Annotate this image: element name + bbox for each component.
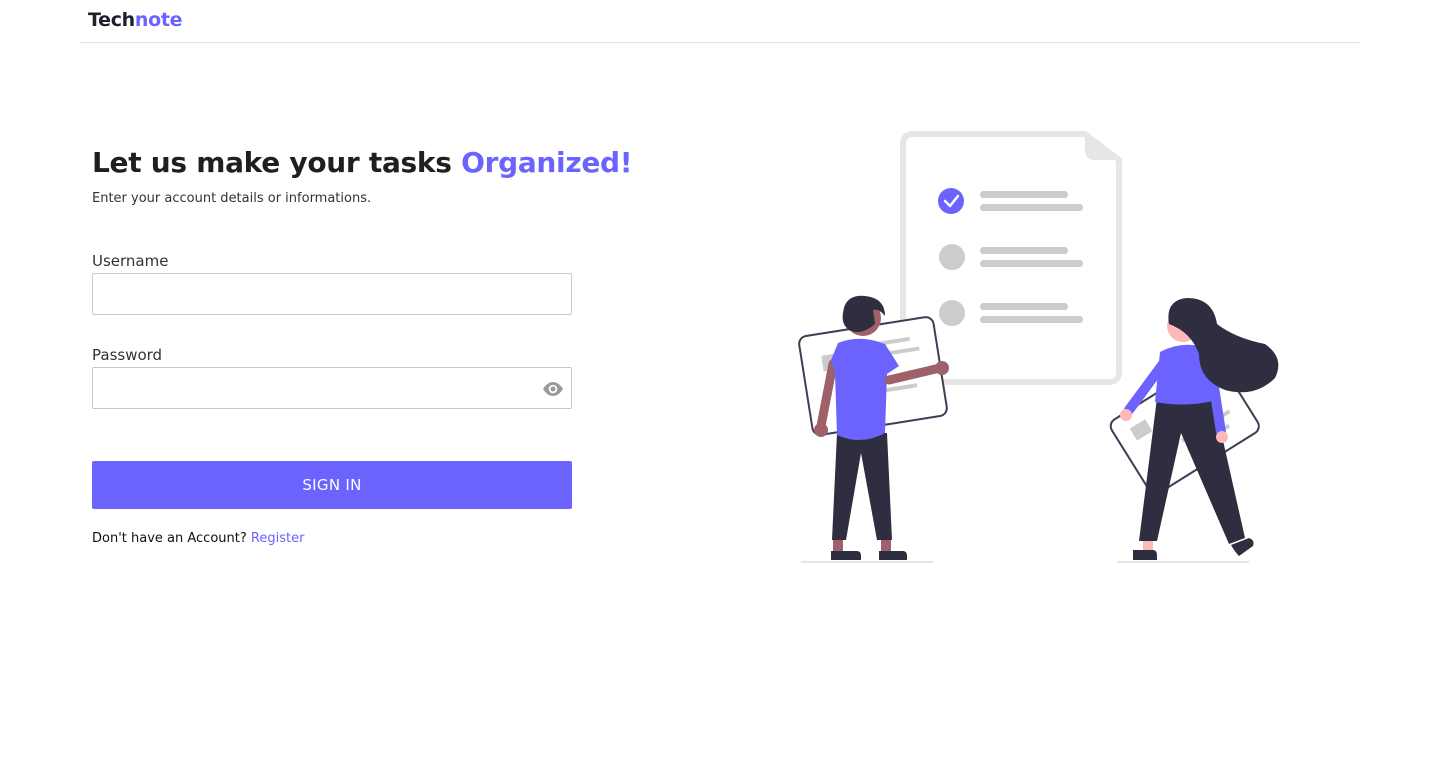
password-input[interactable] — [93, 368, 571, 408]
username-field-wrapper — [92, 273, 572, 315]
page-title: Let us make your tasks Organized! — [92, 146, 633, 179]
brand-logo[interactable]: Technote — [88, 9, 183, 31]
register-prompt-text: Don't have an Account? — [92, 531, 247, 546]
password-field-wrapper — [92, 367, 572, 409]
eye-icon[interactable] — [542, 379, 564, 399]
brand-text-tech: Tech — [88, 9, 135, 31]
page-title-text: Let us make your tasks — [92, 146, 452, 179]
password-label: Password — [92, 346, 163, 364]
username-label: Username — [92, 252, 169, 270]
sign-in-button[interactable]: SIGN IN — [92, 461, 572, 509]
page-subtitle: Enter your account details or informatio… — [92, 191, 372, 206]
register-link[interactable]: Register — [251, 531, 305, 546]
top-navbar: Technote — [80, 0, 1360, 43]
username-input[interactable] — [93, 274, 571, 314]
register-prompt: Don't have an Account? Register — [92, 531, 304, 546]
man-holding-card-illustration — [798, 295, 949, 563]
woman-holding-card-illustration — [1109, 298, 1279, 563]
brand-text-note: note — [134, 9, 183, 31]
page-title-accent: Organized! — [461, 146, 633, 179]
task-organizer-illustration — [795, 128, 1285, 568]
